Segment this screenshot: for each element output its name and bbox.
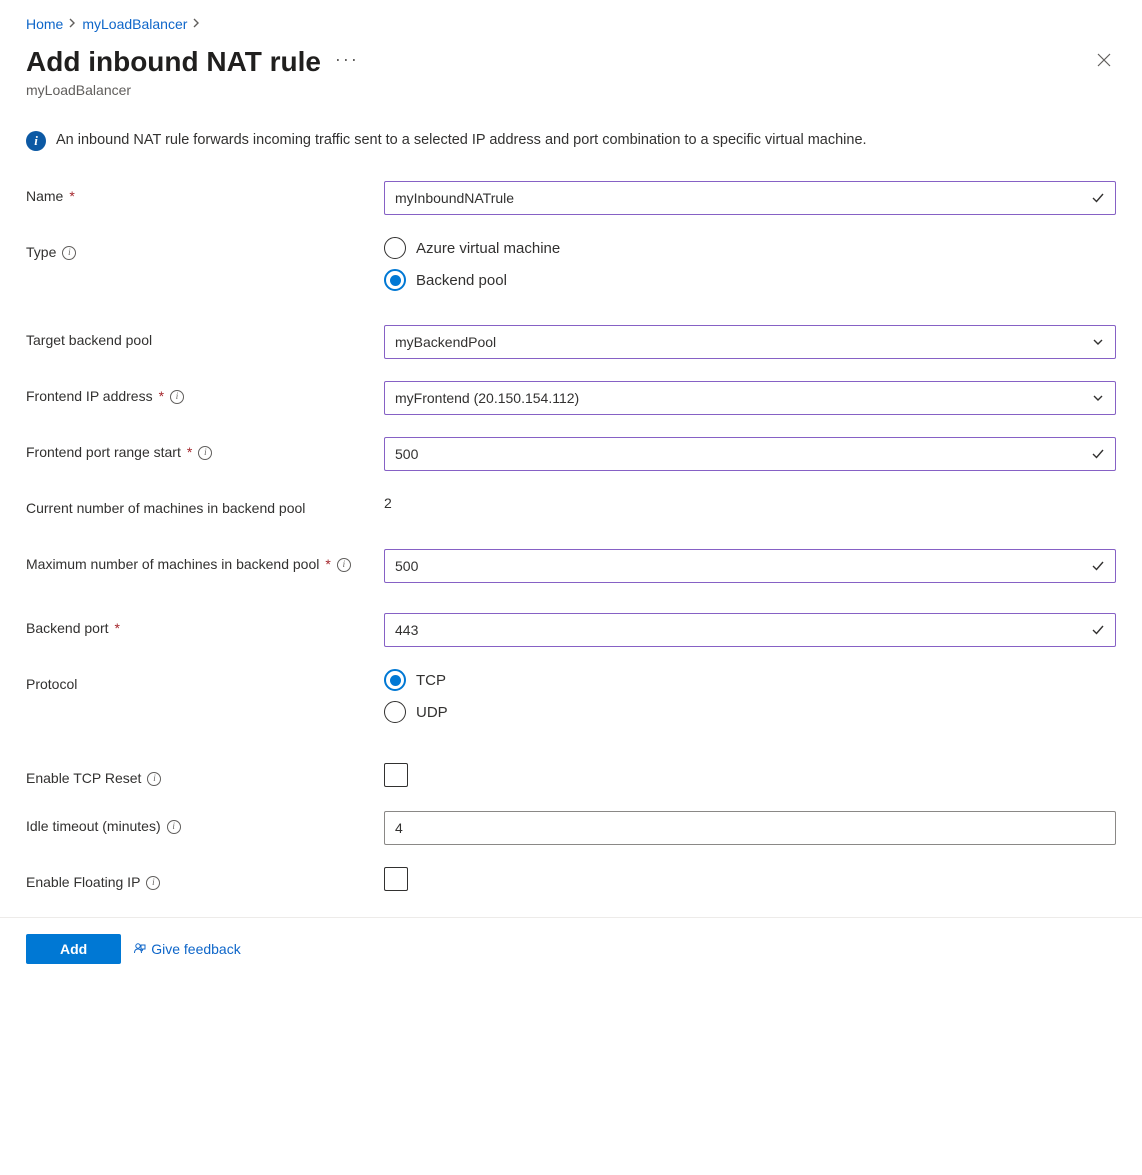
current-machines-label: Current number of machines in backend po… xyxy=(26,498,305,519)
page-title: Add inbound NAT rule xyxy=(26,46,321,78)
floating-ip-checkbox[interactable] xyxy=(384,867,408,891)
backend-port-input[interactable]: 443 xyxy=(384,613,1116,647)
type-label: Type xyxy=(26,242,56,263)
check-icon xyxy=(1091,447,1105,461)
protocol-tcp-label: TCP xyxy=(416,672,446,689)
frontend-ip-select[interactable]: myFrontend (20.150.154.112) xyxy=(384,381,1116,415)
frontend-ip-value: myFrontend (20.150.154.112) xyxy=(395,390,1091,406)
more-icon[interactable]: ··· xyxy=(335,49,359,69)
breadcrumb-home[interactable]: Home xyxy=(26,16,63,32)
help-icon[interactable]: i xyxy=(147,772,161,786)
name-value: myInboundNATrule xyxy=(395,190,1091,206)
chevron-down-icon xyxy=(1091,391,1105,405)
chevron-right-icon xyxy=(193,17,200,31)
feedback-label: Give feedback xyxy=(151,941,241,957)
help-icon[interactable]: i xyxy=(146,876,160,890)
required-icon: * xyxy=(159,386,164,407)
type-radio-pool[interactable]: Backend pool xyxy=(384,269,1116,291)
check-icon xyxy=(1091,559,1105,573)
max-machines-label: Maximum number of machines in backend po… xyxy=(26,554,319,575)
target-pool-select[interactable]: myBackendPool xyxy=(384,325,1116,359)
idle-timeout-value: 4 xyxy=(395,820,1105,836)
help-icon[interactable]: i xyxy=(337,558,351,572)
current-machines-value: 2 xyxy=(384,493,1116,511)
feedback-link[interactable]: Give feedback xyxy=(133,941,241,957)
idle-timeout-label: Idle timeout (minutes) xyxy=(26,816,161,837)
page-subtitle: myLoadBalancer xyxy=(26,82,1116,98)
frontend-port-value: 500 xyxy=(395,446,1091,462)
feedback-icon xyxy=(133,942,147,956)
backend-port-value: 443 xyxy=(395,622,1091,638)
target-pool-label: Target backend pool xyxy=(26,330,152,351)
max-machines-input[interactable]: 500 xyxy=(384,549,1116,583)
protocol-label: Protocol xyxy=(26,674,77,695)
required-icon: * xyxy=(325,554,330,575)
breadcrumb: Home myLoadBalancer xyxy=(26,16,1116,32)
check-icon xyxy=(1091,623,1105,637)
tcp-reset-label: Enable TCP Reset xyxy=(26,768,141,789)
protocol-radio-udp[interactable]: UDP xyxy=(384,701,1116,723)
add-button[interactable]: Add xyxy=(26,934,121,964)
tcp-reset-checkbox[interactable] xyxy=(384,763,408,787)
radio-icon xyxy=(384,669,406,691)
close-icon[interactable] xyxy=(1092,48,1116,76)
target-pool-value: myBackendPool xyxy=(395,334,1091,350)
info-text: An inbound NAT rule forwards incoming tr… xyxy=(56,130,867,150)
required-icon: * xyxy=(115,618,120,639)
protocol-udp-label: UDP xyxy=(416,704,448,721)
idle-timeout-input[interactable]: 4 xyxy=(384,811,1116,845)
chevron-down-icon xyxy=(1091,335,1105,349)
max-machines-value: 500 xyxy=(395,558,1091,574)
radio-icon xyxy=(384,237,406,259)
frontend-port-input[interactable]: 500 xyxy=(384,437,1116,471)
radio-icon xyxy=(384,269,406,291)
radio-icon xyxy=(384,701,406,723)
required-icon: * xyxy=(187,442,192,463)
help-icon[interactable]: i xyxy=(170,390,184,404)
type-radio-vm[interactable]: Azure virtual machine xyxy=(384,237,1116,259)
chevron-right-icon xyxy=(69,17,76,31)
required-icon: * xyxy=(69,186,74,207)
help-icon[interactable]: i xyxy=(167,820,181,834)
check-icon xyxy=(1091,191,1105,205)
type-radio-vm-label: Azure virtual machine xyxy=(416,240,560,257)
frontend-ip-label: Frontend IP address xyxy=(26,386,153,407)
protocol-radio-tcp[interactable]: TCP xyxy=(384,669,1116,691)
backend-port-label: Backend port xyxy=(26,618,109,639)
frontend-port-label: Frontend port range start xyxy=(26,442,181,463)
help-icon[interactable]: i xyxy=(62,246,76,260)
help-icon[interactable]: i xyxy=(198,446,212,460)
name-label: Name xyxy=(26,186,63,207)
breadcrumb-resource[interactable]: myLoadBalancer xyxy=(82,16,187,32)
info-icon: i xyxy=(26,131,46,151)
type-radio-pool-label: Backend pool xyxy=(416,272,507,289)
name-input[interactable]: myInboundNATrule xyxy=(384,181,1116,215)
floating-ip-label: Enable Floating IP xyxy=(26,872,140,893)
